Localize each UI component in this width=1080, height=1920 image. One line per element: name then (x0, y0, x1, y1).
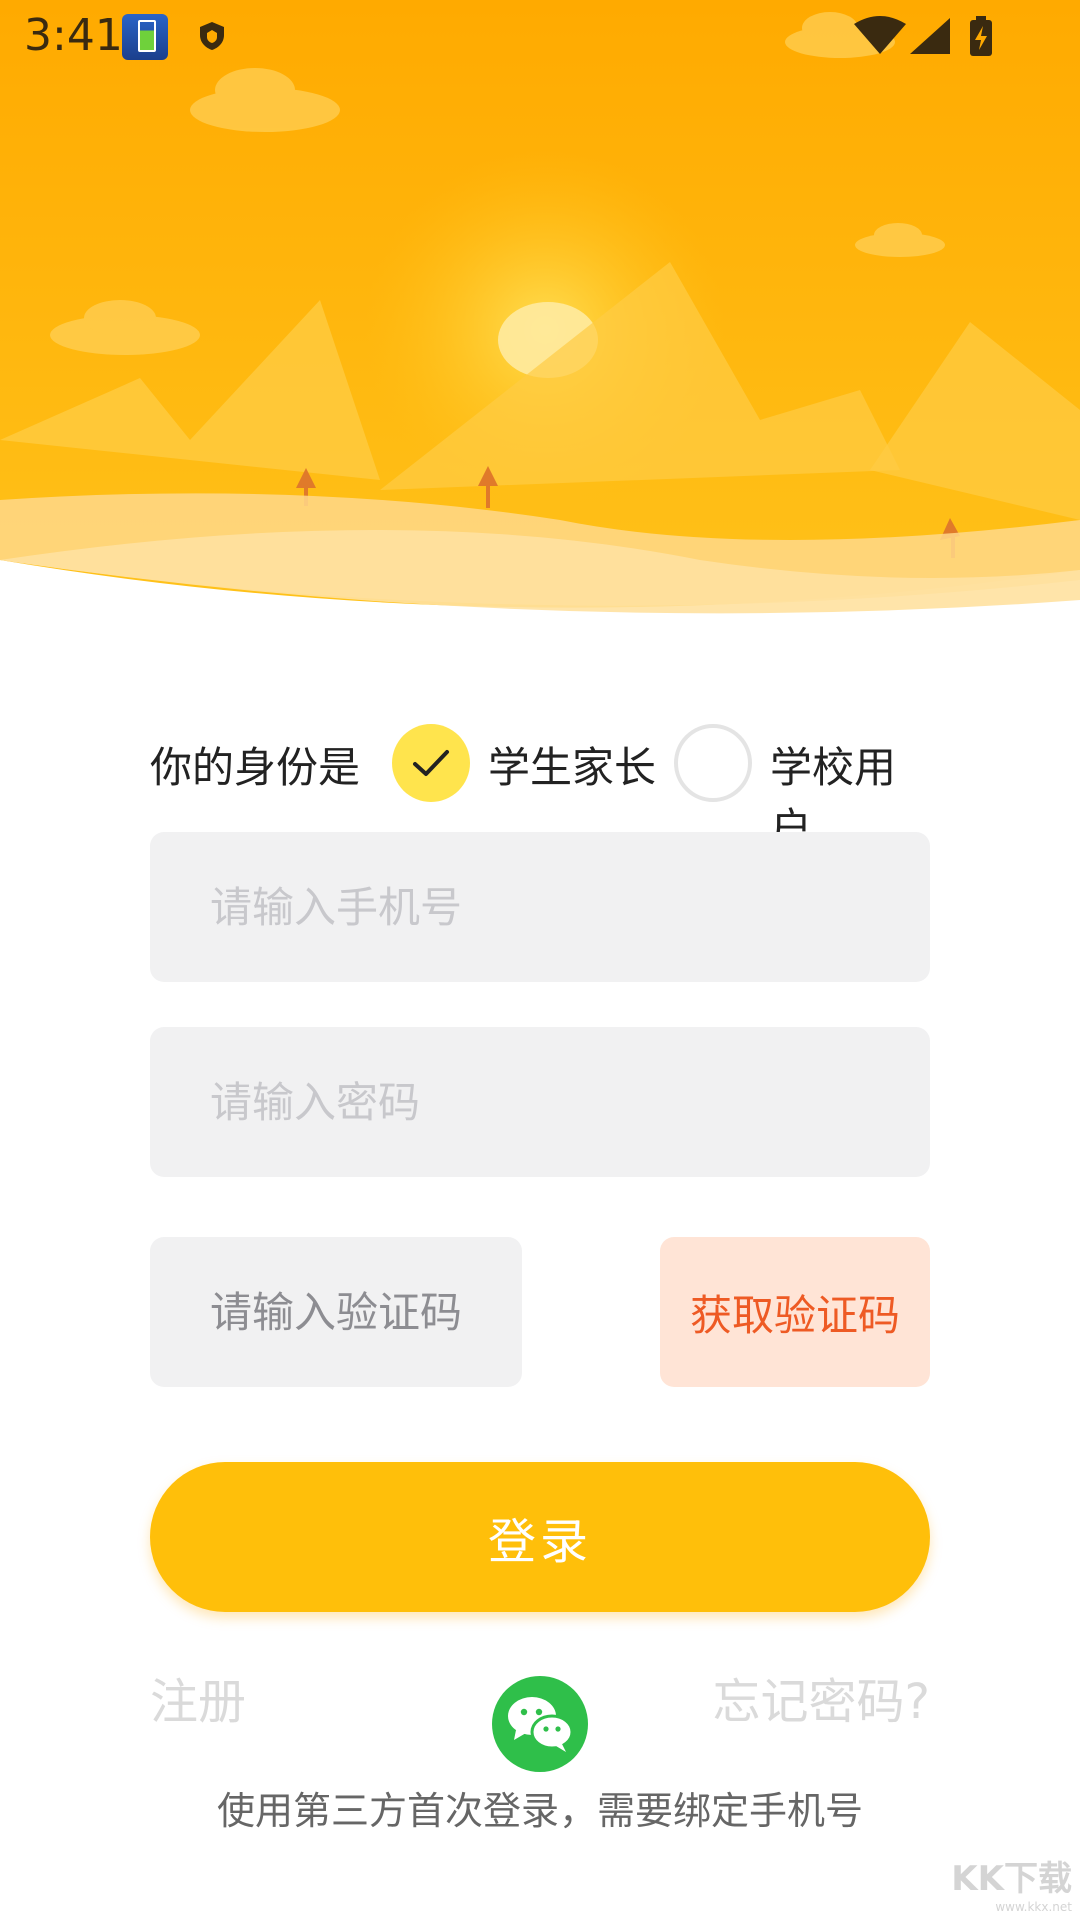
identity-label: 你的身份是 (150, 743, 361, 792)
battery-charging-icon (970, 16, 992, 56)
hero-illustration (0, 0, 1080, 640)
check-icon (413, 750, 449, 776)
forgot-password-link[interactable]: 忘记密码? (713, 1662, 930, 1732)
option-parent-label[interactable]: 学生家长 (488, 734, 656, 795)
identity-selector: 你的身份是 学生家长 学校用户 (150, 720, 930, 853)
shield-icon (200, 22, 224, 50)
radio-parent[interactable] (392, 724, 470, 802)
wifi-icon (854, 16, 906, 54)
radio-school[interactable] (674, 724, 752, 802)
register-link[interactable]: 注册 (150, 1662, 246, 1732)
third-party-note: 使用第三方首次登录，需要绑定手机号 (216, 1789, 863, 1833)
login-button[interactable]: 登录 (150, 1462, 930, 1612)
phone-input[interactable] (150, 832, 930, 982)
signal-icon (910, 18, 950, 54)
status-bar: 3:41 (0, 0, 1080, 72)
code-field (150, 1237, 522, 1387)
status-icons (850, 14, 1000, 62)
wechat-login-button[interactable] (492, 1676, 588, 1772)
password-input[interactable] (150, 1027, 930, 1177)
code-input[interactable] (150, 1237, 522, 1387)
password-field (150, 1027, 930, 1177)
phone-field (150, 832, 930, 982)
wechat-icon (508, 1697, 574, 1752)
get-code-button[interactable]: 获取验证码 (660, 1237, 930, 1387)
status-time: 3:41 (24, 10, 123, 61)
watermark-logo: KK下载 www.kkx.net (951, 1859, 1072, 1914)
battery-app-icon (122, 14, 168, 60)
